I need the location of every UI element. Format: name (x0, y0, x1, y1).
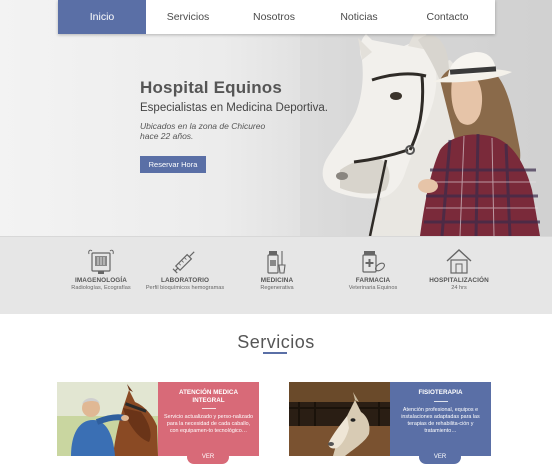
feature-subtitle: Regenerativa (260, 285, 294, 291)
nav-item-inicio[interactable]: Inicio (58, 0, 146, 34)
feature-farmacia[interactable]: FARMACIA Veterinaria Equinos (328, 247, 418, 292)
feature-subtitle: Perfil bioquímicos hemogramas (145, 285, 225, 291)
service-card-description: Servicio actualizado y perso-nalizado pa… (164, 414, 253, 434)
feature-hospitalizacion[interactable]: HOSPITALIZACIÓN 24 hrs (414, 247, 504, 292)
reservar-hora-button[interactable]: Reservar Hora (140, 156, 206, 173)
service-card-divider (433, 400, 448, 402)
medicine-bottle-icon (267, 251, 286, 274)
features-band: IMAGENOLOGÍA Radiologías, Ecografías LAB… (0, 236, 552, 314)
hero-description: Ubicados en la zona de Chicureo hace 22 … (140, 121, 266, 141)
main-nav: Inicio Servicios Nosotros Noticias Conta… (58, 0, 495, 34)
feature-title: FARMACIA (355, 277, 391, 284)
feature-title: IMAGENOLOGÍA (75, 277, 127, 284)
house-icon (446, 249, 472, 274)
nav-item-nosotros[interactable]: Nosotros (230, 0, 318, 34)
feature-subtitle: Radiologías, Ecografías (71, 285, 131, 291)
hero-subtitle: Especialistas en Medicina Deportiva. (140, 102, 328, 114)
hero-horse-woman-image (300, 0, 552, 236)
service-card-divider (201, 408, 216, 409)
feature-laboratorio[interactable]: LABORATORIO Perfil bioquímicos hemograma… (140, 247, 230, 292)
feature-subtitle: Veterinaria Equinos (348, 285, 398, 291)
pharmacy-icon (362, 251, 385, 273)
service-card-fisioterapia: FISIOTERAPIA Atención profesional, equip… (289, 382, 491, 464)
services-heading-underline (263, 352, 287, 354)
ver-button[interactable]: VER (419, 450, 461, 464)
service-card-panel: ATENCIÓN MEDICA INTEGRAL Servicio actual… (158, 382, 259, 456)
nav-item-contacto[interactable]: Contacto (400, 0, 495, 34)
service-card-title: FISIOTERAPIA (418, 389, 463, 396)
service-card-atencion-medica: ATENCIÓN MEDICA INTEGRAL Servicio actual… (57, 382, 259, 464)
nav-item-servicios[interactable]: Servicios (146, 0, 230, 34)
hero-text-block: Hospital Equinos Especialistas en Medici… (140, 78, 328, 141)
feature-title: LABORATORIO (160, 277, 210, 284)
service-card-title: ATENCIÓN MEDICA INTEGRAL (178, 389, 238, 404)
syringe-icon (172, 251, 195, 274)
services-heading: Servicios (237, 332, 315, 352)
service-card-panel: FISIOTERAPIA Atención profesional, equip… (390, 382, 491, 456)
hero-banner: Hospital Equinos Especialistas en Medici… (0, 0, 552, 236)
feature-medicina[interactable]: MEDICINA Regenerativa (232, 247, 322, 292)
feature-subtitle: 24 hrs (451, 285, 467, 291)
service-card-description: Atención profesional, equipos e instalac… (401, 406, 480, 434)
service-card-image-vet-horse (57, 382, 158, 456)
feature-imagenologia[interactable]: IMAGENOLOGÍA Radiologías, Ecografías (56, 247, 146, 292)
nav-item-noticias[interactable]: Noticias (318, 0, 400, 34)
x-ray-monitor-icon (88, 249, 114, 274)
ver-button[interactable]: VER (187, 450, 229, 464)
hero-title: Hospital Equinos (140, 78, 283, 97)
feature-title: MEDICINA (260, 277, 294, 284)
feature-title: HOSPITALIZACIÓN (429, 277, 489, 284)
service-card-image-horse-stable (289, 382, 390, 456)
